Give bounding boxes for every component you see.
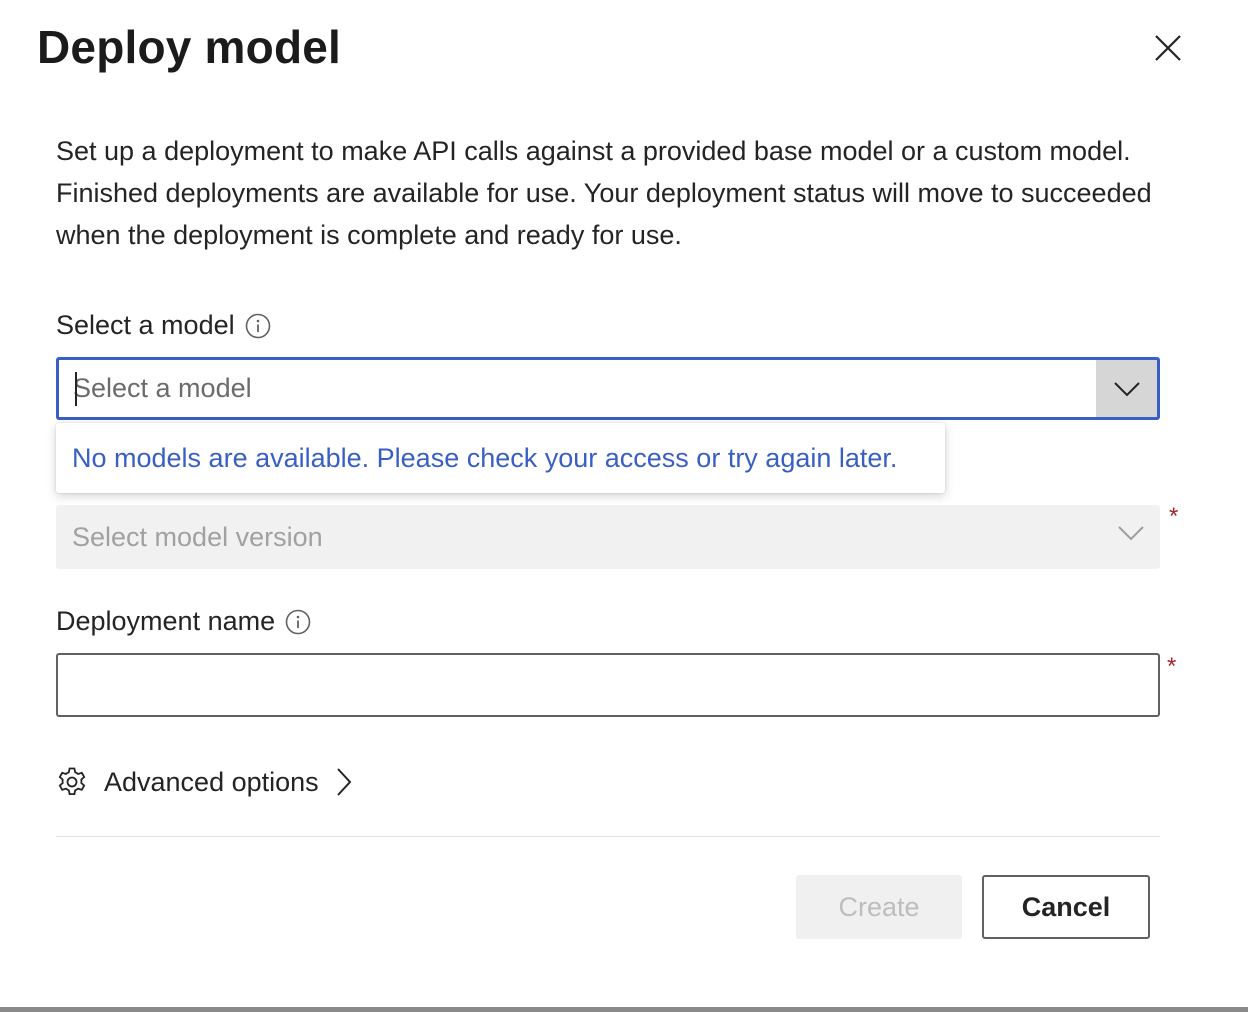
model-select-toggle[interactable] [1096,360,1157,417]
advanced-options-toggle[interactable]: Advanced options [56,760,353,804]
footer-divider [56,836,1160,837]
model-select-label: Select a model [56,310,235,340]
close-button[interactable] [1148,28,1188,68]
info-icon[interactable] [245,313,271,339]
dialog-title: Deploy model [37,21,342,73]
model-select-combobox[interactable] [56,357,1160,420]
required-indicator: * [1169,503,1179,530]
cancel-button[interactable]: Cancel [982,875,1150,939]
deploy-model-dialog: Deploy model Set up a deployment to make… [0,0,1248,1012]
chevron-down-icon [1118,526,1144,541]
chevron-right-icon [336,768,352,796]
create-button[interactable]: Create [796,875,962,939]
model-version-placeholder: Select model version [72,521,323,552]
deployment-name-label: Deployment name [56,606,276,636]
model-select-input[interactable] [73,360,1083,417]
required-indicator: * [1167,653,1177,680]
model-version-dropdown: Select model version [56,505,1160,569]
deployment-name-label-row: Deployment name [56,606,311,637]
gear-icon [58,767,86,795]
chevron-down-icon [1113,381,1140,396]
advanced-options-label: Advanced options [104,766,319,797]
text-cursor [75,372,77,406]
close-icon [1155,35,1181,61]
model-select-label-row: Select a model [56,310,271,341]
info-icon[interactable] [285,609,311,635]
model-select-popup: No models are available. Please check yo… [56,423,945,493]
dialog-description: Set up a deployment to make API calls ag… [56,136,1152,250]
dialog-bottom-edge [0,1007,1248,1012]
deployment-name-input[interactable] [56,653,1160,717]
no-models-message: No models are available. Please check yo… [72,442,898,473]
